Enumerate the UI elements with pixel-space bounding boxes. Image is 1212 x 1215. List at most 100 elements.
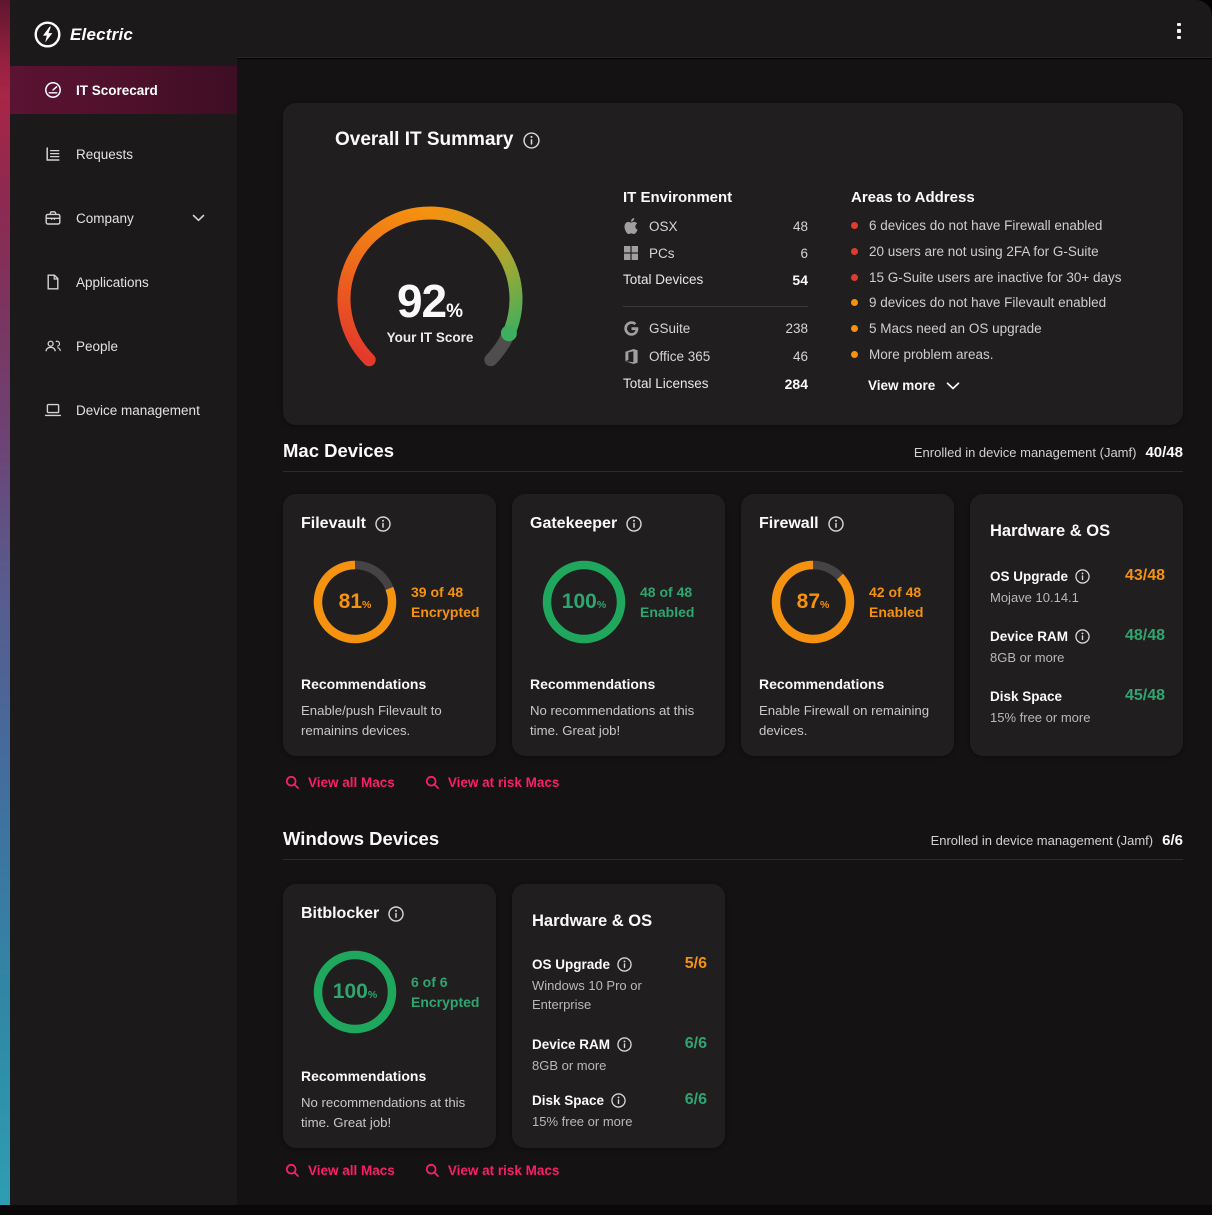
windows-devices-header: Windows Devices Enrolled in device manag… xyxy=(283,828,1183,850)
summary-title: Overall IT Summary xyxy=(335,129,513,151)
sidebar-item-label: Applications xyxy=(76,275,149,290)
env-label: PCs xyxy=(649,246,675,261)
area-item: 5 Macs need an OS upgrade xyxy=(851,320,1173,336)
app-logo-text: Electric xyxy=(70,25,133,45)
hardware-os-title: Hardware & OS xyxy=(990,522,1110,541)
recommendations-text: Enable Firewall on remaining devices. xyxy=(759,701,941,741)
info-icon[interactable] xyxy=(611,1093,626,1108)
recommendations-text: No recommendations at this time. Great j… xyxy=(301,1093,483,1133)
windows-devices-title: Windows Devices xyxy=(283,828,439,850)
view-all-macs-link[interactable]: View all Macs xyxy=(285,1163,395,1178)
info-icon[interactable] xyxy=(617,1037,632,1052)
search-icon xyxy=(285,775,300,790)
env-value: 48 xyxy=(793,219,808,234)
sidebar-item-people[interactable]: People xyxy=(10,322,237,370)
env-label: OSX xyxy=(649,219,678,234)
it-score-label: Your IT Score xyxy=(387,330,474,345)
info-icon[interactable] xyxy=(375,516,391,532)
orange-bullet xyxy=(851,299,858,306)
app-logo[interactable]: Electric xyxy=(34,21,133,48)
brand-gradient-strip xyxy=(0,0,10,1205)
view-all-macs-link[interactable]: View all Macs xyxy=(285,775,395,790)
it-environment: IT Environment OSX 48 PCs 6 Total Device… xyxy=(623,189,808,206)
mac-enrolled: Enrolled in device management (Jamf) 40/… xyxy=(914,444,1183,461)
info-icon[interactable] xyxy=(828,516,844,532)
device-ram-stat: Device RAM 6/6 8GB or more xyxy=(532,1035,707,1076)
sidebar: Electric IT Scorecard Requests Company A… xyxy=(10,0,237,1205)
recommendations-title: Recommendations xyxy=(301,1068,426,1084)
list-icon xyxy=(44,145,62,163)
device-ram-stat: Device RAM 48/48 8GB or more xyxy=(990,627,1165,668)
areas-title: Areas to Address xyxy=(851,189,1173,206)
info-icon[interactable] xyxy=(1075,569,1090,584)
os-upgrade-stat: OS Upgrade 5/6 Windows 10 Pro or Enterpr… xyxy=(532,955,707,1015)
windows-enrolled: Enrolled in device management (Jamf) 6/6 xyxy=(931,832,1183,849)
env-value: 46 xyxy=(793,349,808,364)
section-divider xyxy=(283,859,1183,860)
os-upgrade-stat: OS Upgrade 43/48 Mojave 10.14.1 xyxy=(990,567,1165,608)
it-environment-title: IT Environment xyxy=(623,189,808,206)
bitblocker-ring: 100% xyxy=(309,946,401,1038)
filevault-stat: 39 of 48 Encrypted xyxy=(411,556,493,648)
search-icon xyxy=(425,1163,440,1178)
info-icon[interactable] xyxy=(617,957,632,972)
firewall-stat: 42 of 48 Enabled xyxy=(869,556,951,648)
sidebar-item-requests[interactable]: Requests xyxy=(10,130,237,178)
filevault-ring: 81% xyxy=(309,556,401,648)
view-at-risk-macs-link[interactable]: View at risk Macs xyxy=(425,775,560,790)
env-value: 238 xyxy=(785,321,808,336)
people-icon xyxy=(44,337,62,355)
env-divider xyxy=(623,306,808,307)
document-icon xyxy=(44,273,62,291)
it-score-value: 92% xyxy=(397,278,463,324)
chevron-down-icon xyxy=(192,214,205,222)
info-icon[interactable] xyxy=(523,132,540,149)
recommendations-title: Recommendations xyxy=(759,676,884,692)
card-title: Bitblocker xyxy=(301,905,379,923)
recommendations-title: Recommendations xyxy=(301,676,426,692)
red-bullet xyxy=(851,248,858,255)
info-icon[interactable] xyxy=(388,906,404,922)
card-title: Gatekeeper xyxy=(530,515,617,533)
lightning-bolt-icon xyxy=(34,21,61,48)
windows-links-row: View all Macs View at risk Macs xyxy=(285,1163,559,1178)
area-item: 15 G-Suite users are inactive for 30+ da… xyxy=(851,269,1173,285)
window-bottom-edge xyxy=(0,1205,1212,1215)
firewall-card: Firewall 87% 42 of 48 Enabled Recommenda… xyxy=(741,494,954,756)
env-value: 6 xyxy=(800,246,808,261)
view-at-risk-macs-link[interactable]: View at risk Macs xyxy=(425,1163,560,1178)
recommendations-text: Enable/push Filevault to remainins devic… xyxy=(301,701,483,741)
orange-bullet xyxy=(851,325,858,332)
info-icon[interactable] xyxy=(1075,629,1090,644)
mac-links-row: View all Macs View at risk Macs xyxy=(285,775,559,790)
chevron-down-icon xyxy=(946,382,960,390)
windows-icon xyxy=(623,245,639,262)
sidebar-item-device-management[interactable]: Device management xyxy=(10,386,237,434)
disk-space-stat: Disk Space 6/6 15% free or more xyxy=(532,1091,707,1132)
red-bullet xyxy=(851,222,858,229)
sidebar-item-company[interactable]: Company xyxy=(10,194,237,242)
bitblocker-stat: 6 of 6 Encrypted xyxy=(411,946,493,1038)
recommendations-text: No recommendations at this time. Great j… xyxy=(530,701,712,741)
mac-devices-header: Mac Devices Enrolled in device managemen… xyxy=(283,440,1183,462)
sidebar-item-label: Device management xyxy=(76,403,200,418)
info-icon[interactable] xyxy=(626,516,642,532)
total-devices-row: Total Devices 54 xyxy=(623,272,808,288)
sidebar-item-applications[interactable]: Applications xyxy=(10,258,237,306)
firewall-ring: 87% xyxy=(767,556,859,648)
mac-hardware-os-card: Hardware & OS OS Upgrade 43/48 Mojave 10… xyxy=(970,494,1183,756)
disk-space-stat: Disk Space 45/48 15% free or more xyxy=(990,687,1165,728)
bitblocker-card: Bitblocker 100% 6 of 6 Encrypted Recomme… xyxy=(283,884,496,1148)
gatekeeper-card: Gatekeeper 100% 48 of 48 Enabled Recomme… xyxy=(512,494,725,756)
filevault-card: Filevault 81% 39 of 48 Encrypted Recomme… xyxy=(283,494,496,756)
sidebar-item-it-scorecard[interactable]: IT Scorecard xyxy=(10,66,237,114)
mac-devices-title: Mac Devices xyxy=(283,440,394,462)
areas-to-address: Areas to Address 6 devices do not have F… xyxy=(851,189,1173,206)
view-more-button[interactable]: View more xyxy=(868,378,960,393)
env-label: Office 365 xyxy=(649,349,710,364)
sidebar-item-label: Company xyxy=(76,211,134,226)
kebab-menu-icon[interactable] xyxy=(1172,23,1186,39)
card-title: Firewall xyxy=(759,515,819,533)
area-item: 9 devices do not have Filevault enabled xyxy=(851,294,1173,310)
briefcase-icon xyxy=(44,209,62,227)
